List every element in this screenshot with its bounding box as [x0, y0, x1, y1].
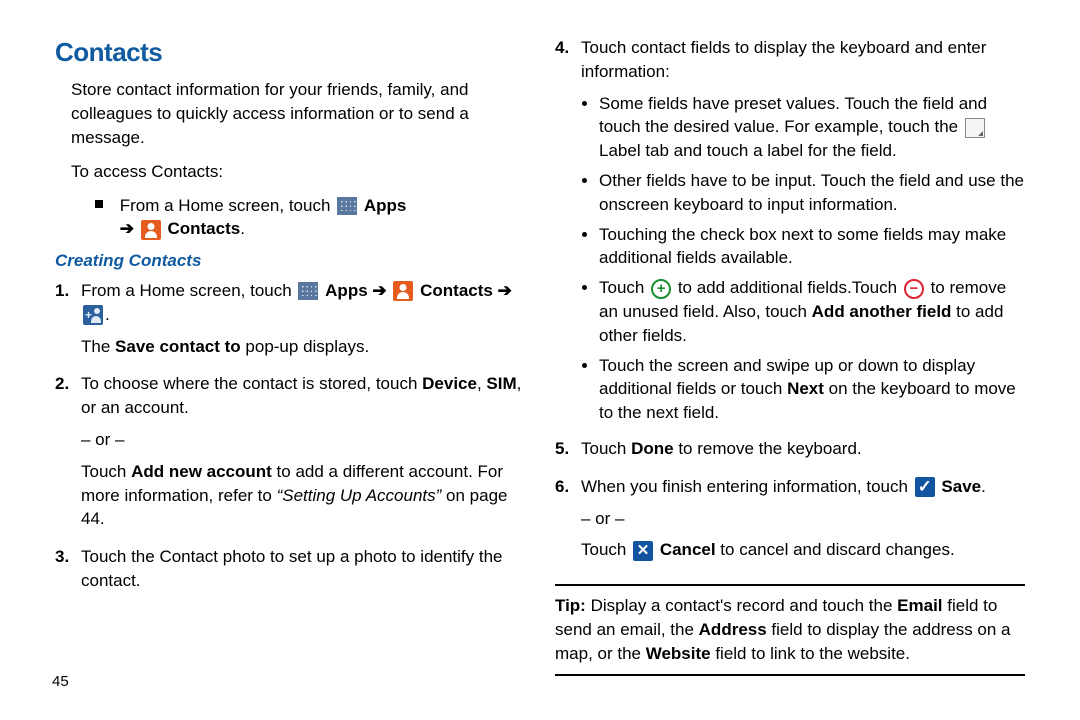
tip-box: Tip: Display a contact's record and touc…	[555, 584, 1025, 675]
step4-bullet: Touching the check box next to some fiel…	[599, 223, 1025, 271]
setting-up-accounts-ref: “Setting Up Accounts”	[277, 486, 442, 505]
plus-icon	[651, 279, 671, 299]
sim-label: SIM	[486, 374, 516, 393]
cancel-label: Cancel	[660, 540, 716, 559]
add-new-account-label: Add new account	[131, 462, 272, 481]
contacts-label: Contacts	[420, 281, 493, 300]
step4-bullet: Touch the screen and swipe up or down to…	[599, 354, 1025, 425]
website-field-label: Website	[646, 644, 711, 663]
label-tab-icon	[965, 118, 985, 138]
bullet-icon	[95, 200, 103, 208]
access-pre: From a Home screen, touch	[120, 196, 335, 215]
step4-sublist: Some fields have preset values. Touch th…	[581, 92, 1025, 425]
access-step: From a Home screen, touch Apps ➔ Contact…	[95, 194, 525, 242]
apps-icon	[337, 197, 357, 215]
step-number: 5.	[555, 437, 581, 469]
manual-page: Contacts Store contact information for y…	[0, 0, 1080, 720]
step-number: 4.	[555, 36, 581, 431]
right-column: 4. Touch contact fields to display the k…	[540, 30, 1040, 700]
step4-bullet: Touch to add additional fields.Touch to …	[599, 276, 1025, 347]
access-label: To access Contacts:	[71, 160, 525, 184]
left-column: Contacts Store contact information for y…	[40, 30, 540, 700]
save-label: Save	[941, 477, 981, 496]
save-icon	[915, 477, 935, 497]
cancel-icon	[633, 541, 653, 561]
step-5: 5. Touch Done to remove the keyboard.	[555, 437, 1025, 469]
arrow-icon: ➔	[372, 281, 386, 300]
add-contact-icon	[83, 305, 103, 325]
intro-text: Store contact information for your frien…	[71, 78, 525, 149]
period: .	[240, 219, 245, 238]
arrow-icon: ➔	[498, 281, 512, 300]
or-separator: – or –	[581, 507, 1025, 531]
right-step-list: 4. Touch contact fields to display the k…	[555, 36, 1025, 570]
apps-label: Apps	[325, 281, 368, 300]
left-step-list: 1. From a Home screen, touch Apps ➔ Cont…	[55, 279, 525, 601]
contacts-icon	[393, 281, 413, 301]
contacts-label: Contacts	[167, 219, 240, 238]
apps-icon	[298, 282, 318, 300]
step-number: 2.	[55, 372, 81, 539]
step2-line1a: To choose where the contact is stored, t…	[81, 374, 422, 393]
device-label: Device	[422, 374, 477, 393]
page-title: Contacts	[55, 34, 525, 70]
apps-label: Apps	[364, 196, 407, 215]
subheading: Creating Contacts	[55, 249, 525, 273]
step1-pre: From a Home screen, touch	[81, 281, 296, 300]
step-3: 3. Touch the Contact photo to set up a p…	[55, 545, 525, 601]
address-field-label: Address	[699, 620, 767, 639]
page-number: 45	[52, 671, 69, 692]
step-6: 6. When you finish entering information,…	[555, 475, 1025, 570]
step4-bullet: Other fields have to be input. Touch the…	[599, 169, 1025, 217]
done-label: Done	[631, 439, 674, 458]
tip-label: Tip:	[555, 596, 586, 615]
arrow-icon: ➔	[120, 219, 134, 238]
step-number: 6.	[555, 475, 581, 570]
minus-icon	[904, 279, 924, 299]
next-label: Next	[787, 379, 824, 398]
step-number: 1.	[55, 279, 81, 366]
step3-text: Touch the Contact photo to set up a phot…	[81, 545, 525, 593]
step-2: 2. To choose where the contact is stored…	[55, 372, 525, 539]
step-number: 3.	[55, 545, 81, 601]
step-1: 1. From a Home screen, touch Apps ➔ Cont…	[55, 279, 525, 366]
step-4: 4. Touch contact fields to display the k…	[555, 36, 1025, 431]
or-separator: – or –	[81, 428, 525, 452]
email-field-label: Email	[897, 596, 942, 615]
add-another-field-label: Add another field	[812, 302, 952, 321]
step4-bullet: Some fields have preset values. Touch th…	[599, 92, 1025, 163]
step4-lead: Touch contact fields to display the keyb…	[581, 36, 1025, 84]
contacts-icon	[141, 220, 161, 240]
